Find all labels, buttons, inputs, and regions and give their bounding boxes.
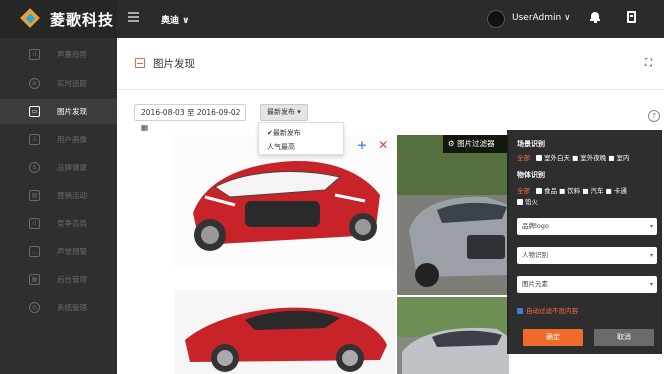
chevron-down-icon: ▾ [649, 223, 653, 230]
image-card[interactable] [175, 290, 395, 374]
sidebar-item-user-profile[interactable]: ♙ 用户画像 [0, 127, 117, 152]
confirm-button[interactable]: 确定 [523, 329, 583, 346]
sidebar-item-label: 后台管理 [57, 275, 87, 284]
chevron-down-icon: ▾ [649, 252, 653, 259]
brand-select[interactable]: 奥迪 ∨ [161, 13, 189, 26]
bell-icon[interactable] [590, 12, 600, 23]
image-card[interactable] [397, 135, 509, 295]
scene-options: 全部 室外白天 ■ 室外夜晚 ■ 室内 [517, 152, 630, 162]
sidebar-item-volume-trend[interactable]: ıl 声量趋势 [0, 42, 117, 67]
person-recognition-select[interactable]: 人物识别 ▾ [517, 247, 657, 264]
object-options-label[interactable]: 食品 ■ 饮料 ■ 汽车 ■ 卡通 [544, 187, 627, 195]
cancel-button[interactable]: 取消 [594, 329, 654, 346]
image-element-select-label: 图片元素 [522, 280, 548, 288]
hamburger-menu-icon[interactable] [128, 12, 139, 22]
sort-dropdown-button[interactable]: 最新发布 ▾ [260, 104, 308, 121]
checkbox-icon[interactable] [536, 155, 542, 161]
card-actions: + ✕ [357, 138, 388, 152]
logo-mark-icon [20, 8, 42, 30]
sort-dropdown-menu: ✔最新发布 人气最高 [258, 122, 344, 155]
competition-icon: ıl [29, 218, 40, 229]
checkbox-icon[interactable] [517, 199, 523, 205]
settings-icon: ◎ [29, 302, 40, 313]
sidebar-item-backend[interactable]: ▦ 后台管理 [0, 267, 117, 292]
filter-tab[interactable]: ⚙ 图片过滤器 [443, 135, 507, 153]
sidebar-item-label: 用户画像 [57, 135, 87, 144]
scene-section-title: 场景识别 [517, 140, 545, 148]
sidebar-item-system[interactable]: ◎ 系统管理 [0, 295, 117, 320]
image-element-select[interactable]: 图片元素 ▾ [517, 276, 657, 293]
object-option-label[interactable]: 馅火 [525, 198, 538, 206]
sort-option-latest[interactable]: ✔最新发布 [267, 128, 301, 138]
scene-options-label[interactable]: 室外白天 ■ 室外夜晚 ■ 室内 [544, 154, 630, 162]
brand-logo-select[interactable]: 品牌logo ▾ [517, 218, 657, 235]
sidebar-item-brand-health[interactable]: $ 品牌健康 [0, 155, 117, 180]
grid-icon: ▦ [29, 274, 40, 285]
checkbox-icon[interactable] [536, 188, 542, 194]
sidebar-item-reputation[interactable]: ◡ 声誉预警 [0, 239, 117, 264]
sidebar-item-label: 营销活动 [57, 191, 87, 200]
object-options-row2: 馅火 [517, 196, 538, 206]
sidebar-item-label: 声量趋势 [57, 50, 87, 59]
sort-option-popular[interactable]: 人气最高 [267, 142, 295, 152]
top-bar: 菱歌科技 奥迪 ∨ UserAdmin ∨ [0, 0, 664, 38]
fullscreen-icon[interactable]: ⛶ [645, 58, 652, 69]
image-filter-panel: 场景识别 全部 室外白天 ■ 室外夜晚 ■ 室内 物体识别 全部 食品 ■ 饮料 ■… [507, 130, 662, 354]
filter-tab-label: 图片过滤器 [457, 139, 495, 148]
shield-icon: ◡ [29, 246, 40, 257]
car-sketch-image [185, 307, 387, 372]
checkbox-icon [517, 308, 523, 314]
sidebar-item-competition[interactable]: ıl 竞争态势 [0, 211, 117, 236]
logo: 菱歌科技 [0, 0, 117, 38]
close-button[interactable]: ✕ [378, 138, 388, 152]
picture-icon: ▭ [29, 106, 40, 117]
logo-text: 菱歌科技 [50, 10, 115, 29]
picture-icon [135, 58, 145, 68]
auto-filter-checkbox[interactable]: 自动过滤不良内容 [517, 305, 578, 315]
chevron-down-icon: ▾ [649, 281, 653, 288]
image-card[interactable] [397, 297, 509, 374]
sidebar-item-label: 竞争态势 [57, 219, 87, 228]
health-icon: $ [29, 162, 40, 173]
gear-icon: ⚙ [448, 139, 455, 148]
avatar[interactable] [487, 10, 505, 28]
help-icon[interactable]: ? [648, 110, 660, 122]
globe-icon: ⊕ [29, 78, 40, 89]
object-all-option[interactable]: 全部 [517, 187, 530, 195]
sidebar: ıl 声量趋势 ⊕ 实时追踪 ▭ 图片发现 ♙ 用户画像 $ 品牌健康 ▤ 营销… [0, 38, 117, 374]
sidebar-item-realtime[interactable]: ⊕ 实时追踪 [0, 71, 117, 96]
sidebar-item-label: 图片发现 [57, 107, 87, 116]
page-header: 图片发现 ⛶ [117, 38, 664, 90]
object-options-row1: 全部 食品 ■ 饮料 ■ 汽车 ■ 卡通 [517, 185, 627, 195]
car-photo-image [397, 297, 509, 374]
scene-all-option[interactable]: 全部 [517, 154, 530, 162]
sidebar-item-marketing[interactable]: ▤ 营销活动 [0, 183, 117, 208]
person-recognition-select-label: 人物识别 [522, 251, 548, 259]
page-title: 图片发现 [153, 58, 195, 70]
sidebar-item-label: 系统管理 [57, 303, 87, 312]
sidebar-item-label: 实时追踪 [57, 79, 87, 88]
briefcase-icon: ▤ [29, 190, 40, 201]
user-profile-icon: ♙ [29, 134, 40, 145]
user-menu[interactable]: UserAdmin ∨ [512, 13, 571, 23]
brand-logo-select-label: 品牌logo [522, 222, 549, 230]
sidebar-item-label: 品牌健康 [57, 163, 87, 172]
date-range-picker[interactable]: 2016-08-03 至 2016-09-02 ▦ [134, 104, 246, 132]
sidebar-item-label: 声誉预警 [57, 247, 87, 256]
main-content: 图片发现 ⛶ 2016-08-03 至 2016-09-02 ▦ 最新发布 ▾ … [117, 38, 664, 374]
document-icon[interactable] [627, 11, 636, 23]
object-section-title: 物体识别 [517, 171, 545, 179]
sort-option-label: 人气最高 [267, 143, 295, 151]
auto-filter-label: 自动过滤不良内容 [526, 307, 578, 315]
sort-option-label: 最新发布 [272, 129, 301, 137]
add-button[interactable]: + [357, 138, 367, 152]
car-photo-image [397, 135, 509, 295]
bar-chart-icon: ıl [29, 49, 40, 60]
sidebar-item-image-discovery[interactable]: ▭ 图片发现 [0, 99, 117, 124]
